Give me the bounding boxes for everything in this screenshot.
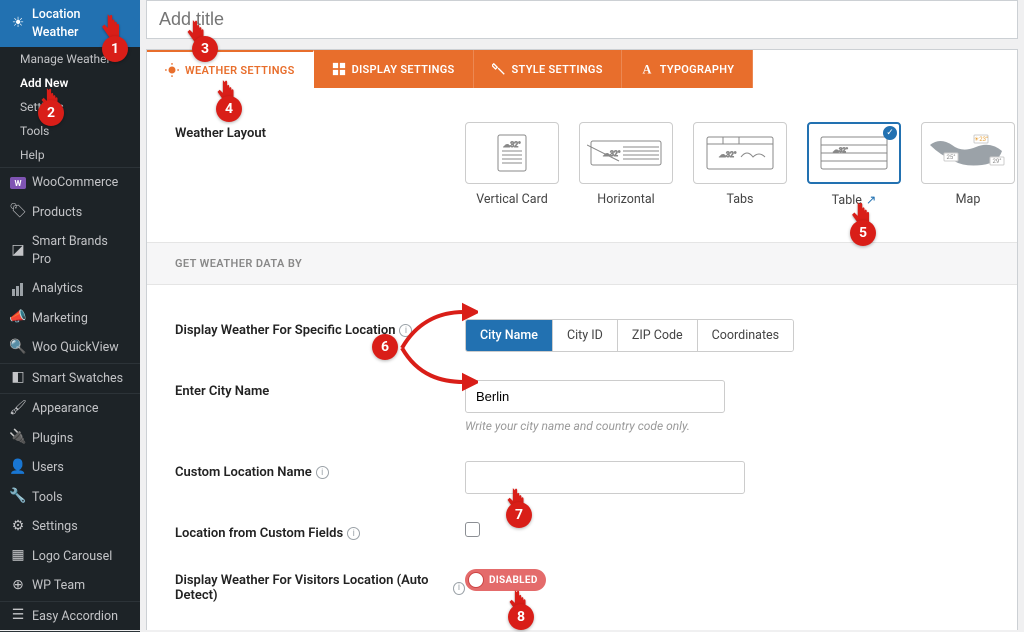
megaphone-icon: 📣	[10, 310, 26, 326]
brush-icon: 🖌	[10, 401, 26, 417]
sidebar-item-marketing[interactable]: 📣Marketing	[0, 304, 140, 334]
svg-text:☀23°: ☀23°	[974, 136, 988, 143]
tag-icon: 🏷	[10, 204, 26, 220]
tab-typography[interactable]: ATYPOGRAPHY	[622, 50, 754, 88]
sidebar-sub-manage[interactable]: Manage Weather	[0, 47, 140, 71]
sidebar-item-users[interactable]: 👤Users	[0, 453, 140, 483]
layout-chooser: ☁32° Vertical Card ☁32° Horizontal ☁32° …	[465, 122, 1015, 208]
toggle-text: DISABLED	[489, 575, 538, 586]
sidebar-item-logo-carousel[interactable]: ▦Logo Carousel	[0, 542, 140, 572]
info-icon: i	[316, 466, 329, 479]
sidebar-sub-settings[interactable]: Settings	[0, 95, 140, 119]
search-icon: 🔍	[10, 340, 26, 356]
sidebar-item-plugins[interactable]: 🔌Plugins	[0, 424, 140, 454]
svg-text:☁32°: ☁32°	[833, 147, 848, 154]
settings-panel: WEATHER SETTINGS DISPLAY SETTINGS STYLE …	[146, 49, 1018, 630]
section-get-weather-data: GET WEATHER DATA BY	[147, 242, 1017, 285]
seg-city-id[interactable]: City ID	[553, 320, 618, 351]
seg-coordinates[interactable]: Coordinates	[698, 320, 793, 351]
sidebar-sub-help[interactable]: Help	[0, 143, 140, 167]
layout-horizontal[interactable]: ☁32° Horizontal	[579, 122, 673, 208]
info-icon: i	[347, 527, 360, 540]
specific-location-label: Display Weather For Specific Location	[175, 323, 395, 338]
sliders-icon: ⚙	[10, 519, 26, 535]
sidebar-item-tools[interactable]: 🔧Tools	[0, 483, 140, 513]
seg-zip-code[interactable]: ZIP Code	[618, 320, 698, 351]
svg-text:☁32°: ☁32°	[503, 141, 521, 149]
annotation-hand-3	[182, 18, 208, 50]
custom-fields-checkbox[interactable]	[465, 522, 480, 537]
swatch-icon: ◧	[10, 370, 26, 386]
info-icon: i	[453, 582, 465, 595]
wrench-icon: 🔧	[10, 489, 26, 505]
sidebar-item-swatches[interactable]: ◧Smart Swatches	[0, 364, 140, 394]
tab-style-settings[interactable]: STYLE SETTINGS	[474, 50, 622, 88]
carousel-icon: ▦	[10, 548, 26, 564]
admin-sidebar: ☀ Location Weather Manage Weather Add Ne…	[0, 0, 140, 630]
bars-icon	[10, 281, 26, 297]
woo-icon: W	[10, 175, 26, 191]
weather-layout-label: Weather Layout	[175, 122, 465, 141]
custom-location-label: Custom Location Name	[175, 465, 312, 480]
brand-icon: ◪	[10, 243, 26, 259]
sidebar-item-quickview[interactable]: 🔍Woo QuickView	[0, 333, 140, 363]
svg-text:25°: 25°	[947, 154, 956, 161]
location-type-segment: City Name City ID ZIP Code Coordinates	[465, 319, 794, 352]
sidebar-sub-add-new[interactable]: Add New	[0, 71, 140, 95]
annotation-hand-5	[846, 200, 874, 234]
main-content: WEATHER SETTINGS DISPLAY SETTINGS STYLE …	[140, 0, 1024, 630]
annotation-hand-4	[212, 78, 238, 110]
sidebar-item-woocommerce[interactable]: WWooCommerce	[0, 168, 140, 198]
svg-text:A: A	[642, 62, 651, 76]
tab-display-settings[interactable]: DISPLAY SETTINGS	[314, 50, 474, 88]
svg-text:W: W	[15, 179, 22, 188]
annotation-hand-1	[96, 12, 124, 46]
sidebar-item-products[interactable]: 🏷Products	[0, 198, 140, 228]
city-name-input[interactable]	[465, 380, 725, 413]
svg-text:29°: 29°	[993, 158, 1002, 165]
settings-tabs: WEATHER SETTINGS DISPLAY SETTINGS STYLE …	[147, 50, 1017, 88]
toggle-knob	[468, 572, 484, 588]
sidebar-item-appearance[interactable]: 🖌Appearance	[0, 394, 140, 424]
annotation-arrow-6	[398, 300, 478, 400]
user-icon: 👤	[10, 460, 26, 476]
layout-tabs[interactable]: ☁32° Tabs	[693, 122, 787, 208]
annotation-hand-8	[504, 588, 530, 620]
sidebar-sub-tools[interactable]: Tools	[0, 119, 140, 143]
auto-detect-label: Display Weather For Visitors Location (A…	[175, 573, 449, 603]
sidebar-item-wp-team[interactable]: ⊕WP Team	[0, 571, 140, 601]
seg-city-name[interactable]: City Name	[466, 320, 553, 351]
layout-map[interactable]: ☀23°25°29° Map	[921, 122, 1015, 208]
accordion-icon: ☰	[10, 608, 26, 624]
annotation-hand-2	[36, 86, 62, 118]
custom-fields-label: Location from Custom Fields	[175, 526, 343, 541]
city-name-help: Write your city name and country code on…	[465, 419, 989, 433]
sidebar-item-analytics[interactable]: Analytics	[0, 274, 140, 304]
check-icon: ✓	[883, 126, 897, 140]
plug-icon: 🔌	[10, 430, 26, 446]
post-title-input[interactable]	[146, 0, 1018, 39]
annotation-hand-7	[502, 486, 528, 518]
sidebar-item-accordion[interactable]: ☰Easy Accordion	[0, 602, 140, 632]
layout-vertical-card[interactable]: ☁32° Vertical Card	[465, 122, 559, 208]
layout-table[interactable]: ✓☁32° Table ↗	[807, 122, 901, 208]
svg-text:☁32°: ☁32°	[719, 151, 737, 159]
team-icon: ⊕	[10, 578, 26, 594]
sidebar-item-smart-brands[interactable]: ◪Smart Brands Pro	[0, 227, 140, 274]
sidebar-item-settings[interactable]: ⚙Settings	[0, 512, 140, 542]
weather-icon: ☀	[10, 16, 26, 32]
